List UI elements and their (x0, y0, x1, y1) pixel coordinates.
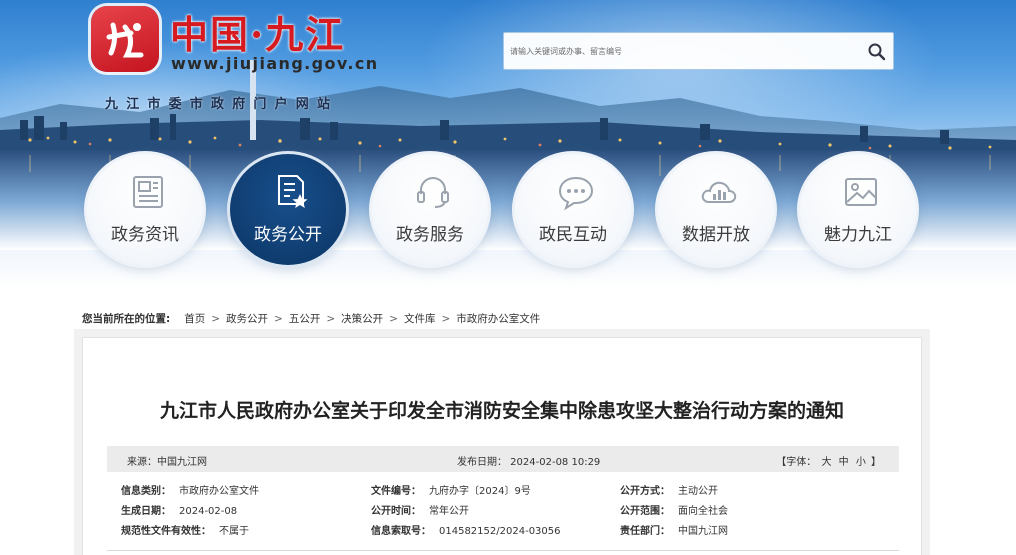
nav-item-charming-jiujiang[interactable]: 魅力九江 (797, 151, 919, 268)
info-key: 文件编号： (371, 486, 421, 497)
breadcrumb-separator: > (326, 312, 336, 325)
document-info-table: 信息类别： 市政府办公室文件 文件编号： 九府办字〔2024〕9号 公开方式： 主动公… (107, 472, 899, 538)
info-cell: 信息类别： 市政府办公室文件 (121, 482, 259, 497)
info-key: 生成日期： (121, 506, 171, 517)
nav-item-gov-disclosure[interactable]: 政务公开 (227, 151, 349, 268)
info-cell: 公开时间： 常年公开 (371, 502, 469, 517)
divider (107, 550, 899, 551)
nav-label: 政务服务 (396, 225, 464, 245)
breadcrumb-separator: > (211, 312, 221, 325)
article-card: 九江市人民政府办公室关于印发全市消防安全集中除患攻坚大整治行动方案的通知 来源：… (82, 337, 922, 555)
picture-icon (845, 178, 877, 206)
info-key: 信息索取号： (371, 526, 431, 537)
font-size-suffix: 】 (871, 457, 881, 468)
nav-label: 政务公开 (254, 225, 322, 245)
breadcrumb: 您当前所在的位置: 首页 > 政务公开 > 五公开 > 决策公开 > 文件库 >… (82, 311, 540, 326)
breadcrumb-link-gov-disclosure[interactable]: 政务公开 (226, 311, 268, 326)
cloud-chart-icon (701, 181, 737, 203)
search-input[interactable] (510, 33, 860, 69)
breadcrumb-link-document-library[interactable]: 文件库 (404, 311, 436, 326)
info-row: 生成日期： 2024-02-08 公开时间： 常年公开 公开范围： 面向全社会 (107, 498, 899, 518)
article-publish-date: 发布日期： 2024-02-08 10:29 (457, 457, 601, 468)
breadcrumb-separator: > (441, 312, 451, 325)
site-domain: www.jiujiang.gov.cn (171, 54, 379, 73)
info-key: 公开范围： (620, 506, 670, 517)
site-logo-title[interactable]: 中国·九江 (170, 4, 345, 59)
info-cell: 公开方式： 主动公开 (620, 482, 718, 497)
info-cell: 生成日期： 2024-02-08 (121, 502, 237, 517)
search-icon[interactable] (867, 42, 887, 62)
info-key: 公开方式： (620, 486, 670, 497)
nav-label: 数据开放 (682, 225, 750, 245)
breadcrumb-link-five-disclosures[interactable]: 五公开 (289, 311, 321, 326)
font-size-large-button[interactable]: 大 (821, 457, 831, 468)
info-cell: 信息索取号： 014582152/2024-03056 (371, 522, 561, 537)
breadcrumb-link-decision-disclosure[interactable]: 决策公开 (341, 311, 383, 326)
info-row: 规范性文件有效性： 不属于 信息索取号： 014582152/2024-03056 … (107, 518, 899, 538)
info-value: 面向全社会 (678, 506, 728, 517)
font-size-prefix: 【字体： (776, 457, 817, 468)
nav-label: 政民互动 (539, 225, 607, 245)
info-value: 主动公开 (678, 486, 718, 497)
breadcrumb-separator: > (274, 312, 283, 325)
document-star-icon (278, 175, 308, 208)
nav-item-gov-service[interactable]: 政务服务 (369, 151, 491, 268)
article-meta-bar: 来源：中国九江网 发布日期： 2024-02-08 10:29 【字体： 大 中… (107, 446, 899, 472)
jiujiang-emblem-icon (106, 22, 144, 58)
info-key: 规范性文件有效性： (121, 526, 211, 537)
nav-label: 魅力九江 (824, 225, 892, 245)
article-title: 九江市人民政府办公室关于印发全市消防安全集中除患攻坚大整治行动方案的通知 (159, 400, 844, 422)
headset-icon (417, 177, 449, 208)
info-cell: 规范性文件有效性： 不属于 (121, 522, 249, 537)
info-value: 市政府办公室文件 (179, 486, 259, 497)
font-size-switcher: 【字体： 大 中 小 】 (776, 453, 881, 468)
info-value: 九府办字〔2024〕9号 (429, 486, 531, 497)
article-source: 来源：中国九江网 (127, 457, 207, 468)
breadcrumb-separator: > (389, 312, 398, 325)
font-size-medium-button[interactable]: 中 (839, 457, 849, 468)
nav-label: 政务资讯 (111, 225, 179, 245)
chat-bubble-icon (558, 176, 594, 211)
info-cell: 公开范围： 面向全社会 (620, 502, 728, 517)
info-value: 2024-02-08 (179, 506, 238, 517)
info-value: 014582152/2024-03056 (439, 526, 561, 537)
info-value: 中国九江网 (678, 526, 728, 537)
info-value: 不属于 (219, 526, 249, 537)
breadcrumb-link-home[interactable]: 首页 (184, 311, 205, 326)
nav-item-open-data[interactable]: 数据开放 (655, 151, 777, 268)
info-key: 公开时间： (371, 506, 421, 517)
nav-item-public-interaction[interactable]: 政民互动 (512, 151, 634, 268)
info-row: 信息类别： 市政府办公室文件 文件编号： 九府办字〔2024〕9号 公开方式： 主动公… (107, 478, 899, 498)
breadcrumb-prefix: 您当前所在的位置: (82, 313, 171, 325)
font-size-small-button[interactable]: 小 (856, 457, 866, 468)
newspaper-icon (133, 176, 163, 208)
city-logo-emblem[interactable] (91, 6, 159, 72)
breadcrumb-link-office-documents[interactable]: 市政府办公室文件 (456, 311, 540, 326)
info-cell: 文件编号： 九府办字〔2024〕9号 (371, 482, 531, 497)
info-key: 信息类别： (121, 486, 171, 497)
info-value: 常年公开 (429, 506, 469, 517)
nav-item-gov-news[interactable]: 政务资讯 (84, 151, 206, 268)
info-cell: 责任部门： 中国九江网 (620, 522, 728, 537)
info-key: 责任部门： (620, 526, 670, 537)
search-box (503, 32, 894, 70)
site-subtitle: 九江市委市政府门户网站 (105, 97, 339, 112)
